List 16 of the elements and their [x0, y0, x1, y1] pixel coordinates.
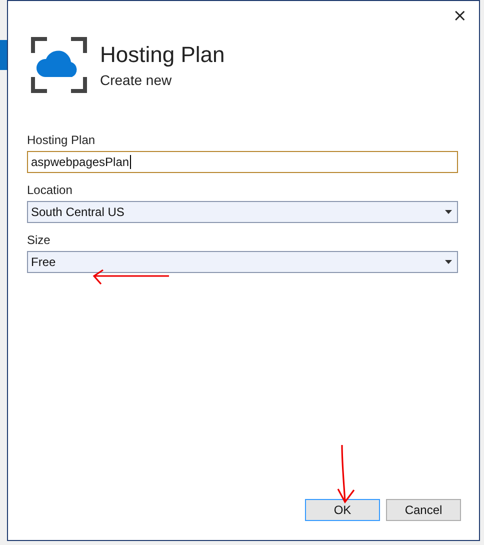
field-label: Size [27, 233, 52, 247]
annotation-arrow [336, 444, 356, 504]
dropdown[interactable]: Free [27, 251, 458, 273]
caret-icon [445, 210, 452, 214]
dialog-button[interactable]: OK [305, 499, 380, 521]
dialog-subtitle: Create new [100, 72, 173, 88]
background-window [0, 40, 7, 70]
close-button[interactable]: × [440, 1, 479, 31]
text-field[interactable]: aspwebpagesPlan [27, 151, 458, 173]
dialog-title: Hosting Plan [100, 42, 225, 68]
dialog-button[interactable]: Cancel [386, 499, 461, 521]
field-label: Hosting Plan [27, 133, 96, 147]
dropdown[interactable]: South Central US [27, 201, 458, 223]
caret-icon [445, 260, 452, 264]
cloud-icon [31, 37, 87, 93]
field-label: Location [27, 183, 74, 197]
